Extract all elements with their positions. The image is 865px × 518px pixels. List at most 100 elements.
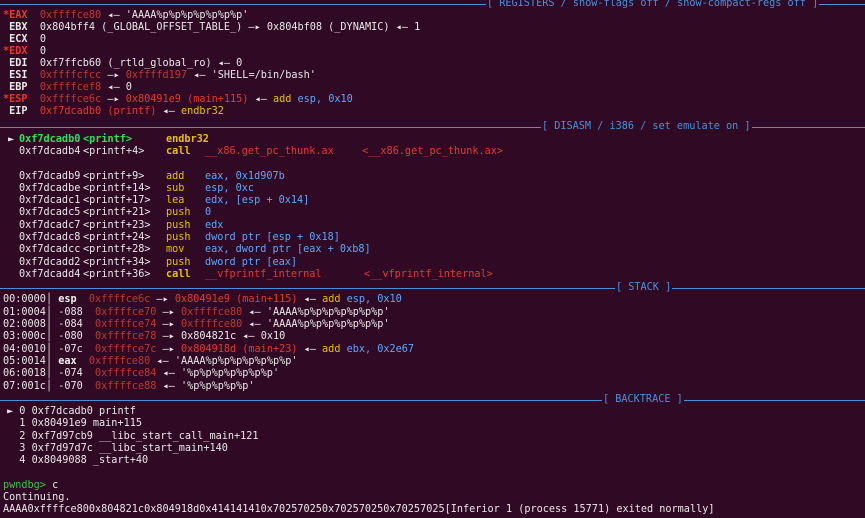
disasm-mnemonic: call [166, 146, 191, 157]
stack-index: 03:000c [3, 331, 46, 342]
stack-register: eax [58, 356, 83, 367]
pointer-arrow: —▸ [162, 319, 175, 330]
frame-number: 2 [19, 431, 26, 442]
deref-arrow: ◂— [162, 381, 175, 392]
disasm-mnemonic: add [166, 171, 185, 182]
stack-index: 02:0008 [3, 319, 46, 330]
disasm-symbol: <printf+28> [83, 244, 151, 255]
stack-symbol: (main+23) [242, 344, 298, 355]
stack-index: 07:001c [3, 381, 46, 392]
disasm-address: 0xf7dcadc1 [19, 195, 81, 206]
deref-arrow: ◂— [303, 294, 316, 305]
frame-address: 0x80491e9 [31, 418, 87, 429]
stack-row: 02:0008│ -084 0xffffce74 —▸ 0xffffce80 ◂… [3, 319, 390, 330]
frame-number: 4 [19, 455, 26, 466]
disasm-address: 0xf7dcadc5 [19, 207, 81, 218]
disasm-address: 0xf7dcadb4 [19, 146, 81, 157]
frame-marker [7, 418, 19, 429]
stack-string: 'AAAA%p%p%p%p%p%p%p' [174, 356, 298, 367]
stack-address: 0xffffce80 [88, 356, 151, 367]
disasm-address: 0xf7dcadc7 [19, 220, 81, 231]
disasm-symbol: <printf+21> [83, 207, 151, 218]
deref-arrow: ◂— [162, 368, 175, 379]
deref-arrow: ◂— [303, 344, 316, 355]
stack-symbol: (main+115) [236, 294, 298, 305]
disasm-operands: __x86.get_pc_thunk.ax [205, 146, 334, 157]
stack-address: 0xffffce7c [95, 344, 157, 355]
stack-address: 0xffffce78 [95, 331, 157, 342]
disasm-address: 0xf7dcadb0 [19, 134, 81, 145]
call-target: <__vfprintf_internal> [364, 269, 493, 280]
disasm-operands: edx [205, 220, 224, 231]
frame-marker [7, 431, 19, 442]
disasm-operands: dword ptr [eax] [205, 257, 298, 268]
frame-function: __libc_start_call_main+121 [99, 431, 259, 442]
disasm-mnemonic: push [166, 257, 191, 268]
stack-offset: -070 [58, 381, 89, 392]
disasm-address: 0xf7dcadd2 [19, 257, 81, 268]
frame-function: printf [99, 406, 136, 417]
pointer-arrow: —▸ [162, 307, 175, 318]
frame-address: 0xf7dcadb0 [31, 406, 93, 417]
disasm-operands: __vfprintf_internal [205, 269, 322, 280]
gdb-prompt: pwndbg> [3, 480, 46, 491]
stack-pointed-value: 0x804821c [180, 331, 237, 342]
disasm-mnemonic: mov [166, 244, 185, 255]
disasm-operands: esp, 0xc [205, 183, 255, 194]
stack-row: 06:0018│ -074 0xffffce84 ◂— '%p%p%p%p%p%… [3, 368, 280, 379]
stack-offset: -074 [58, 368, 89, 379]
console-output-exit: AAAA0xffffce800x804821c0x804918d0x414141… [3, 504, 715, 515]
register-ebx: EBX 0x804bff4 (_GLOBAL_OFFSET_TABLE_) —▸… [3, 22, 421, 33]
stack-index: 00:0000 [3, 294, 46, 305]
frame-address: 0x8049088 [31, 455, 87, 466]
register-esp: *ESP 0xffffce6c —▸ 0x80491e9 (main+115) … [3, 94, 353, 105]
backtrace-frame: 1 0x80491e9 main+115 [7, 418, 142, 430]
disasm-mnemonic: push [166, 220, 191, 231]
stack-offset: -084 [58, 319, 89, 330]
disasm-address: 0xf7dcadc8 [19, 232, 81, 243]
stack-pointed-value: 0x804918d [180, 344, 237, 355]
backtrace-frame: 3 0xf7d97d7c __libc_start_main+140 [7, 443, 228, 455]
stack-address: 0xffffce84 [95, 368, 157, 379]
registers-separator: [ REGISTERS / show-flags off / show-comp… [0, 0, 865, 10]
disasm-symbol: <printf+4> [83, 146, 145, 157]
current-instruction-marker: ► [8, 134, 15, 145]
deref-arrow: ◂— [156, 356, 169, 367]
stack-register: esp [58, 294, 83, 305]
disasm-symbol: <printf+36> [83, 269, 151, 280]
disasm-mnemonic: push [166, 232, 191, 243]
register-eip: EIP 0xf7dcadb0 (printf) ◂— endbr32 [3, 106, 224, 117]
disasm-mnemonic: lea [166, 195, 185, 206]
disasm-operands: eax, 0x1d907b [205, 171, 285, 182]
disasm-address: 0xf7dcadb9 [19, 171, 81, 182]
pointer-arrow: —▸ [156, 294, 169, 305]
backtrace-section-label: [ BACKTRACE ] [602, 394, 684, 406]
stack-operands: ebx, 0x2e67 [346, 344, 415, 355]
stack-string: '%p%p%p%p%p%p%p' [180, 368, 280, 379]
gdb-prompt-line[interactable]: pwndbg> c [3, 480, 58, 492]
stack-section-label: [ STACK ] [615, 282, 673, 294]
disasm-symbol: <printf+24> [83, 232, 151, 243]
stack-row: 04:0010│ -07c 0xffffce7c —▸ 0x804918d (m… [3, 344, 415, 355]
call-target: <__x86.get_pc_thunk.ax> [362, 146, 504, 157]
frame-marker [7, 443, 19, 454]
register-edx: *EDX 0 [3, 46, 46, 57]
console-output-continuing: Continuing. [3, 492, 71, 503]
stack-index: 04:0010 [3, 344, 46, 355]
stack-string: '%p%p%p%p%p' [180, 381, 255, 392]
disasm-symbol: <printf> [83, 134, 133, 145]
disasm-symbol: <printf+23> [83, 220, 151, 231]
stack-index: 06:0018 [3, 368, 46, 379]
disasm-mnemonic: sub [166, 183, 185, 194]
stack-string: 'AAAA%p%p%p%p%p%p%p' [266, 319, 390, 330]
stack-separator: [ STACK ] [0, 282, 865, 294]
deref-arrow: ◂— [248, 307, 261, 318]
stack-index: 01:0004 [3, 307, 46, 318]
register-ebp: EBP 0xffffcef8 ◂— 0 [3, 82, 132, 93]
disasm-address: 0xf7dcadbe [19, 183, 81, 194]
backtrace-frame: 2 0xf7d97cb9 __libc_start_call_main+121 [7, 431, 259, 443]
frame-address: 0xf7d97d7c [31, 443, 93, 454]
frame-marker [7, 455, 19, 466]
stack-address: 0xffffce70 [95, 307, 157, 318]
register-edi: EDI 0xf7ffcb60 (_rtld_global_ro) ◂— 0 [3, 58, 243, 69]
